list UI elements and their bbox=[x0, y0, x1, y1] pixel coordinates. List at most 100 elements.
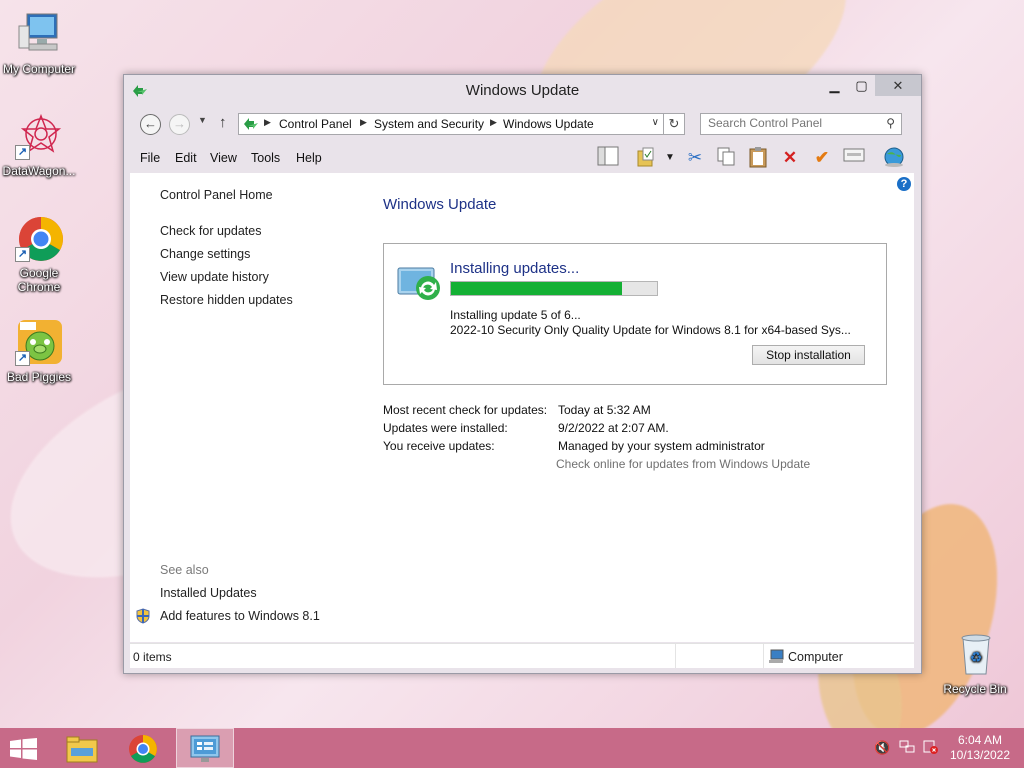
taskbar-file-explorer[interactable] bbox=[55, 728, 111, 768]
taskbar-control-panel[interactable] bbox=[176, 728, 234, 768]
up-button[interactable]: ↑ bbox=[219, 114, 227, 131]
menu-edit[interactable]: Edit bbox=[175, 151, 197, 165]
info-value-installed: 9/2/2022 at 2:07 AM. bbox=[558, 421, 669, 435]
menu-view[interactable]: View bbox=[210, 151, 237, 165]
chrome-icon bbox=[127, 733, 159, 768]
nav-check-for-updates[interactable]: Check for updates bbox=[160, 224, 261, 238]
network-icon[interactable] bbox=[899, 740, 915, 757]
breadcrumb-system-security[interactable]: System and Security bbox=[374, 117, 484, 131]
update-sync-icon bbox=[396, 264, 444, 307]
shortcut-arrow-icon: ↗ bbox=[15, 145, 30, 160]
check-online-link[interactable]: Check online for updates from Windows Up… bbox=[556, 457, 810, 471]
menu-bar: File Edit View Tools Help ▼ ✂ ✕ ✔ bbox=[124, 143, 921, 173]
delete-icon[interactable]: ✕ bbox=[778, 146, 802, 170]
update-status-panel: Installing updates... Installing update … bbox=[383, 243, 887, 385]
search-input[interactable] bbox=[701, 114, 878, 132]
computer-icon bbox=[15, 10, 63, 58]
nav-view-update-history[interactable]: View update history bbox=[160, 270, 269, 284]
chrome-icon: ↗ bbox=[15, 214, 63, 262]
nav-add-features[interactable]: Add features to Windows 8.1 bbox=[160, 609, 320, 623]
svg-text:♻: ♻ bbox=[970, 649, 983, 665]
forward-button[interactable]: → bbox=[169, 114, 190, 135]
clock-date: 10/13/2022 bbox=[949, 748, 1011, 762]
desktop-icon-google-chrome[interactable]: ↗ Google Chrome bbox=[0, 214, 78, 294]
update-status-title: Installing updates... bbox=[450, 260, 580, 277]
breadcrumb-separator-icon: ▶ bbox=[360, 117, 367, 127]
info-label-last-check: Most recent check for updates: bbox=[383, 403, 548, 417]
file-explorer-icon bbox=[65, 734, 99, 767]
globe-icon[interactable] bbox=[882, 146, 906, 170]
title-bar[interactable]: Windows Update ▁ ▢ ✕ bbox=[124, 75, 921, 105]
windows-logo-icon bbox=[10, 738, 38, 763]
breadcrumb-separator-icon: ▶ bbox=[264, 117, 271, 127]
info-value-last-check: Today at 5:32 AM bbox=[558, 403, 651, 417]
status-location: Computer bbox=[788, 650, 843, 664]
nav-restore-hidden-updates[interactable]: Restore hidden updates bbox=[160, 293, 293, 307]
install-progress-bar bbox=[450, 281, 658, 296]
desktop-icon-label: My Computer bbox=[2, 62, 76, 76]
dropdown-icon[interactable]: ▼ bbox=[658, 146, 682, 170]
address-bar[interactable]: ▶ Control Panel ▶ System and Security ▶ … bbox=[238, 113, 664, 135]
desktop-icon-my-computer[interactable]: My Computer bbox=[0, 10, 78, 76]
paste-icon[interactable] bbox=[746, 146, 770, 170]
status-divider bbox=[675, 644, 676, 668]
desktop-icon-recycle-bin[interactable]: ♻ Recycle Bin bbox=[936, 630, 1014, 696]
stop-installation-button[interactable]: Stop installation bbox=[752, 345, 865, 365]
maximize-button[interactable]: ▢ bbox=[848, 75, 875, 96]
menu-tools[interactable]: Tools bbox=[251, 151, 280, 165]
taskbar-chrome[interactable] bbox=[115, 728, 171, 768]
shield-icon bbox=[136, 608, 150, 627]
action-center-icon[interactable] bbox=[922, 740, 938, 757]
address-dropdown-icon[interactable]: ∨ bbox=[652, 117, 659, 128]
status-bar: 0 items Computer bbox=[130, 643, 914, 668]
back-button[interactable]: ← bbox=[140, 114, 161, 135]
bad-piggies-icon: ↗ bbox=[15, 318, 63, 366]
address-row: ← → ▼ ↑ ▶ Control Panel ▶ System and Sec… bbox=[124, 109, 921, 137]
help-icon[interactable]: ? bbox=[897, 177, 911, 191]
content-area: ? Control Panel Home Check for updates C… bbox=[130, 173, 914, 642]
update-name: 2022-10 Security Only Quality Update for… bbox=[450, 323, 851, 337]
search-box: ⚲ bbox=[700, 113, 902, 135]
status-divider bbox=[763, 644, 764, 668]
folder-icon[interactable] bbox=[635, 146, 659, 170]
recycle-bin-icon: ♻ bbox=[951, 630, 999, 678]
menu-file[interactable]: File bbox=[140, 151, 160, 165]
desktop-icon-label: Recycle Bin bbox=[943, 682, 1007, 696]
breadcrumb-separator-icon: ▶ bbox=[490, 117, 497, 127]
close-button[interactable]: ✕ bbox=[875, 75, 921, 96]
nav-change-settings[interactable]: Change settings bbox=[160, 247, 250, 261]
info-value-receive: Managed by your system administrator bbox=[558, 439, 765, 453]
start-button[interactable] bbox=[0, 728, 56, 768]
desktop-icon-label: DataWagon... bbox=[2, 164, 76, 178]
copy-icon[interactable] bbox=[714, 146, 738, 170]
desktop-icon-label: Google Chrome bbox=[17, 266, 61, 294]
cut-icon[interactable]: ✂ bbox=[683, 146, 707, 170]
breadcrumb-control-panel[interactable]: Control Panel bbox=[279, 117, 352, 131]
info-label-installed: Updates were installed: bbox=[383, 421, 508, 435]
properties-icon[interactable] bbox=[842, 146, 866, 170]
layout-icon[interactable] bbox=[596, 146, 620, 170]
checkmark-icon[interactable]: ✔ bbox=[810, 146, 834, 170]
breadcrumb-windows-update[interactable]: Windows Update bbox=[503, 117, 594, 131]
desktop-icon-datawagon[interactable]: ↗ DataWagon... bbox=[0, 112, 78, 178]
windows-update-window: Windows Update ▁ ▢ ✕ ← → ▼ ↑ ▶ Control P… bbox=[123, 74, 922, 674]
item-count: 0 items bbox=[133, 650, 172, 664]
recent-locations-button[interactable]: ▼ bbox=[198, 115, 207, 125]
search-icon[interactable]: ⚲ bbox=[886, 116, 895, 130]
shortcut-arrow-icon: ↗ bbox=[15, 351, 30, 366]
control-panel-icon bbox=[189, 734, 221, 767]
see-also-heading: See also bbox=[160, 563, 209, 577]
control-panel-icon bbox=[243, 117, 259, 133]
minimize-button[interactable]: ▁ bbox=[821, 75, 848, 96]
window-title: Windows Update bbox=[465, 82, 580, 99]
clock-time: 6:04 AM bbox=[957, 733, 1003, 747]
desktop-icon-bad-piggies[interactable]: ↗ Bad Piggies bbox=[0, 318, 78, 384]
menu-help[interactable]: Help bbox=[296, 151, 322, 165]
nav-control-panel-home[interactable]: Control Panel Home bbox=[160, 188, 273, 202]
refresh-button[interactable]: ↻ bbox=[664, 113, 685, 135]
system-clock[interactable]: 6:04 AM 10/13/2022 bbox=[945, 733, 1015, 763]
volume-muted-icon[interactable]: 🔇 bbox=[874, 740, 890, 756]
nav-installed-updates[interactable]: Installed Updates bbox=[160, 586, 257, 600]
taskbar: 🔇 6:04 AM 10/13/2022 bbox=[0, 728, 1024, 768]
info-label-receive: You receive updates: bbox=[383, 439, 495, 453]
